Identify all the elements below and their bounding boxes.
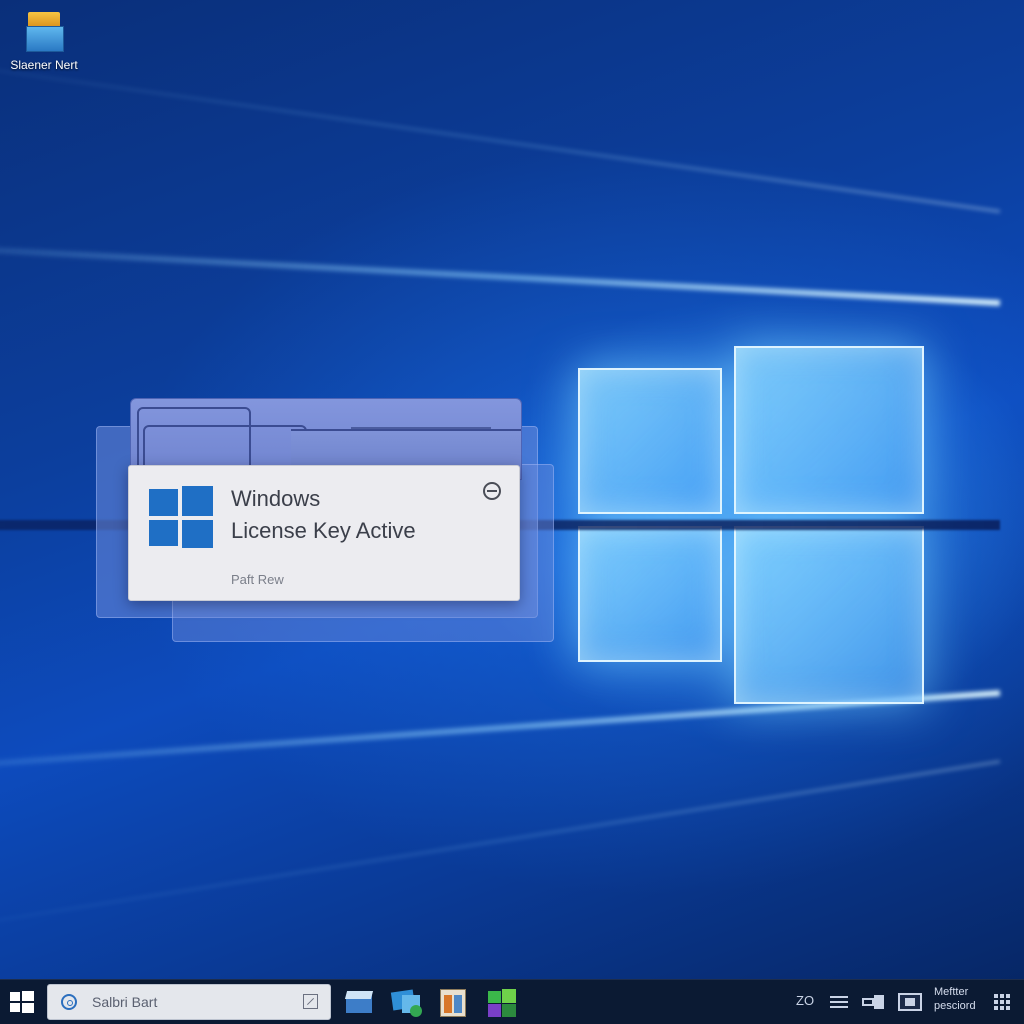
minus-circle-icon[interactable] — [483, 482, 501, 500]
clock-status-icon[interactable]: ZO — [796, 993, 814, 1008]
photos-icon[interactable] — [390, 987, 424, 1017]
windows-start-icon[interactable] — [8, 988, 36, 1016]
mail-icon[interactable] — [344, 987, 376, 1017]
light-beam — [0, 760, 1001, 951]
search-icon — [61, 994, 77, 1010]
light-beam — [0, 43, 1001, 213]
wallpaper-logo-pane — [734, 526, 924, 704]
clock-line-2: pesciord — [934, 1000, 976, 1012]
notification-footer: Paft Rew — [231, 572, 284, 587]
store-icon[interactable] — [486, 987, 518, 1017]
license-notification[interactable]: Windows License Key Active Paft Rew — [128, 465, 520, 601]
taskbar-clock[interactable]: Meftter pesciord — [934, 985, 988, 1013]
edit-icon[interactable] — [303, 994, 318, 1009]
display-icon[interactable] — [898, 993, 922, 1011]
battery-icon[interactable] — [862, 995, 884, 1009]
search-placeholder: Salbri Bart — [92, 994, 158, 1010]
files-icon[interactable] — [438, 987, 470, 1017]
taskbar: Salbri Bart ZO Meftter pesciord — [0, 979, 1024, 1024]
windows-logo-icon — [149, 486, 213, 548]
search-box[interactable]: Salbri Bart — [47, 984, 331, 1020]
desktop: Slaener Nert Windows License Key Active … — [0, 0, 1024, 1024]
folder-window-icon — [26, 12, 64, 52]
wallpaper-logo-pane — [578, 368, 722, 514]
network-icon[interactable] — [830, 996, 848, 1008]
light-beam — [0, 237, 1001, 306]
wallpaper-logo-pane — [734, 346, 924, 514]
notification-message: License Key Active — [231, 518, 416, 543]
desktop-shortcut-label: Slaener Nert — [10, 58, 78, 72]
clock-line-1: Meftter — [934, 986, 969, 998]
action-center-icon[interactable] — [994, 994, 1010, 1010]
desktop-shortcut[interactable]: Slaener Nert — [4, 8, 84, 72]
notification-title: Windows — [231, 486, 321, 511]
wallpaper-logo-pane — [578, 526, 722, 662]
